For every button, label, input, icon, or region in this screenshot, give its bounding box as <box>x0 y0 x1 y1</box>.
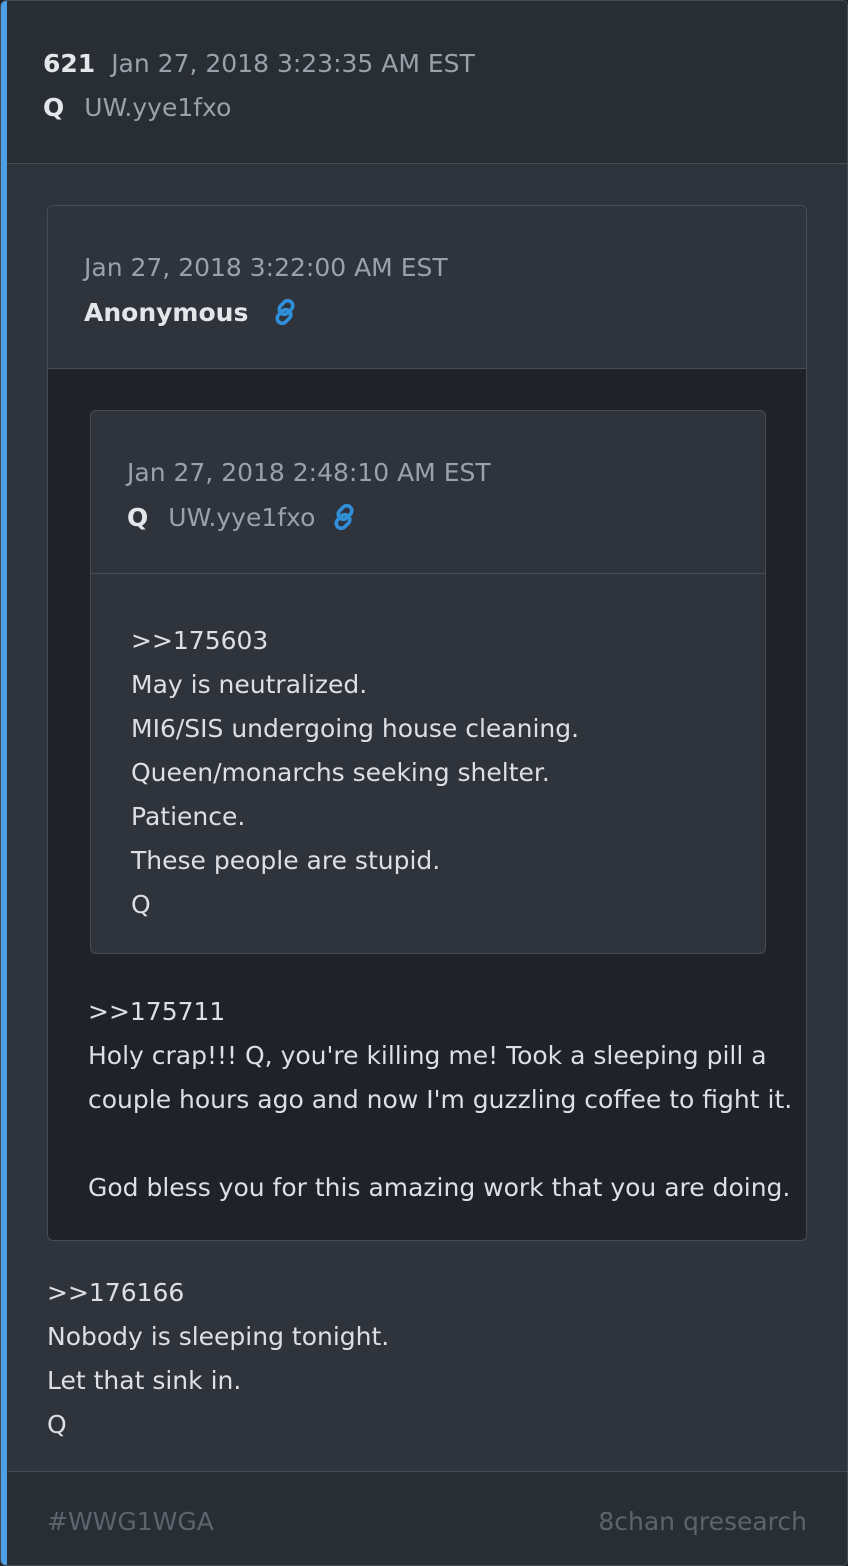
quoted-post-line: Holy crap!!! Q, you're killing me! Took … <box>88 1041 767 1070</box>
quoted-post-author: Anonymous <box>84 297 249 327</box>
link-icon[interactable] <box>270 297 300 327</box>
quoted-post-line: couple hours ago and now I'm guzzling co… <box>88 1085 793 1114</box>
quoted-post-line: God bless you for this amazing work that… <box>88 1173 791 1202</box>
post-footer: #WWG1WGA 8chan qresearch <box>7 1471 847 1565</box>
nested-quote-line: MI6/SIS undergoing house cleaning. <box>131 714 580 743</box>
post-line: Nobody is sleeping tonight. <box>47 1322 390 1351</box>
post-accent-bar <box>1 1 7 1565</box>
quoted-post-anonymous: Jan 27, 2018 3:22:00 AM EST Anonymous Ja… <box>47 205 807 1241</box>
quoted-post-line <box>88 1122 788 1166</box>
quoted-post-header: Jan 27, 2018 3:22:00 AM EST Anonymous <box>48 206 806 369</box>
quoted-post-timestamp: Jan 27, 2018 3:22:00 AM EST <box>84 253 448 282</box>
post-header: 621 Jan 27, 2018 3:23:35 AM EST Q UW.yye… <box>7 1 847 164</box>
quoted-post-q: Jan 27, 2018 2:48:10 AM EST Q UW.yye1fxo <box>90 410 766 954</box>
post-line: Let that sink in. <box>47 1366 242 1395</box>
nested-quote-header: Jan 27, 2018 2:48:10 AM EST Q UW.yye1fxo <box>91 411 765 574</box>
nested-quote-line: Q <box>131 890 151 919</box>
nested-quote-author-line: Q UW.yye1fxo <box>127 499 359 535</box>
nested-quote-timestamp: Jan 27, 2018 2:48:10 AM EST <box>127 458 491 487</box>
post-number: 621 <box>43 48 96 78</box>
post-timestamp: Jan 27, 2018 3:23:35 AM EST <box>111 48 475 78</box>
source-board: 8chan qresearch <box>598 1507 807 1536</box>
quoted-post-body: >>175711 Holy crap!!! Q, you're killing … <box>88 990 793 1210</box>
post-card: 621 Jan 27, 2018 3:23:35 AM EST Q UW.yye… <box>0 0 848 1566</box>
post-author-line: Q UW.yye1fxo <box>43 89 231 125</box>
nested-quote-reply-link[interactable]: >>175603 <box>131 619 731 663</box>
post-line: Q <box>47 1410 67 1439</box>
post-author: Q <box>43 92 65 122</box>
post-meta: 621 Jan 27, 2018 3:23:35 AM EST <box>43 45 475 81</box>
nested-quote-author: Q <box>127 502 149 532</box>
hashtag: #WWG1WGA <box>47 1507 214 1536</box>
post-reply-link[interactable]: >>176166 <box>47 1271 807 1315</box>
nested-quote-line: Patience. <box>131 802 246 831</box>
nested-quote-line: These people are stupid. <box>131 846 441 875</box>
nested-quote-line: May is neutralized. <box>131 670 368 699</box>
nested-quote-body: >>175603 May is neutralized. MI6/SIS und… <box>131 619 731 927</box>
nested-quote-line: Queen/monarchs seeking shelter. <box>131 758 550 787</box>
link-icon[interactable] <box>329 502 359 532</box>
post-body: >>176166 Nobody is sleeping tonight. Let… <box>47 1271 807 1447</box>
nested-quote-tripcode: UW.yye1fxo <box>168 502 316 532</box>
post-tripcode: UW.yye1fxo <box>84 92 232 122</box>
quoted-post-reply-link[interactable]: >>175711 <box>88 990 788 1034</box>
quoted-post-author-line: Anonymous <box>84 294 300 330</box>
